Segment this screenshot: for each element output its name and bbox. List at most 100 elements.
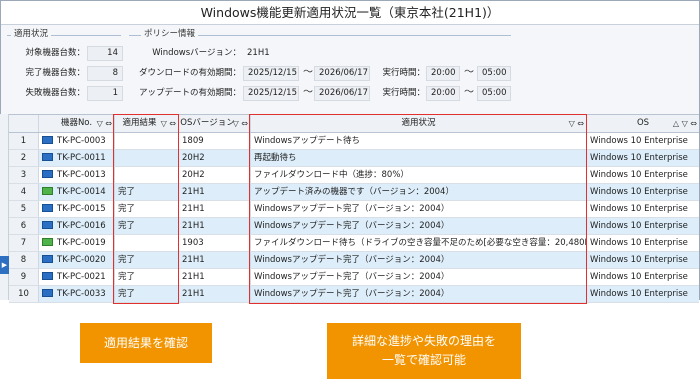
row-number-text: 3 — [20, 170, 27, 180]
download-from-field: 2025/12/15 — [243, 66, 299, 81]
row-number-text: 10 — [18, 289, 29, 299]
row-number: 5 — [9, 201, 39, 217]
download-range-tilde: ～ — [303, 67, 313, 78]
status-column-highlight — [249, 114, 587, 304]
os-version-cell: 1809 — [179, 133, 251, 149]
target-count-label: 対象機器台数： — [25, 48, 85, 58]
pc-icon — [42, 255, 53, 263]
callout-status-line2: 一覧で確認可能 — [381, 353, 466, 367]
os-cell: Windows 10 Enterprise — [587, 252, 699, 268]
done-count-label: 完了機器台数： — [25, 68, 85, 78]
os-version-cell: 20H2 — [179, 150, 251, 166]
filter-icon[interactable]: ▽ ⇔ — [233, 115, 248, 132]
device-no-cell-text: TK-PC-0033 — [57, 289, 106, 299]
os-version-cell-text: 1903 — [182, 238, 204, 248]
row-number-text: 4 — [20, 187, 27, 197]
row-number: 2 — [9, 150, 39, 166]
os-cell: Windows 10 Enterprise — [587, 133, 699, 149]
exec-range-tilde: ～ — [464, 67, 474, 78]
os-version-cell: 21H1 — [179, 201, 251, 217]
device-no-cell: TK-PC-0016 — [39, 218, 115, 234]
column-header-os-version[interactable]: OSバージョン ▽ ⇔ — [179, 115, 251, 132]
row-number: 4 — [9, 184, 39, 200]
exec-from-field: 20:00 — [426, 66, 460, 81]
update-from-field: 2025/12/15 — [243, 86, 299, 101]
os-version-cell-text: 20H2 — [182, 153, 205, 163]
device-no-cell: TK-PC-0013 — [39, 167, 115, 183]
row-number-text: 6 — [20, 221, 27, 231]
os-version-cell-text: 1809 — [182, 136, 204, 146]
pc-icon — [42, 272, 53, 280]
filter-icon[interactable]: ▽ ⇔ — [97, 115, 112, 132]
pc-icon — [42, 136, 53, 144]
exec-from-field-2: 20:00 — [426, 86, 460, 101]
update-range-tilde: ～ — [303, 87, 313, 98]
os-cell-text: Windows 10 Enterprise — [590, 272, 688, 282]
result-column-highlight — [113, 114, 179, 304]
device-no-cell-text: TK-PC-0014 — [57, 187, 106, 197]
callout-status-line1: 詳細な進捗や失敗の理由を — [351, 334, 496, 348]
row-number-text: 2 — [20, 153, 27, 163]
pc-green-icon — [42, 187, 53, 195]
device-no-cell-text: TK-PC-0021 — [57, 272, 106, 282]
pc-icon — [42, 153, 53, 161]
row-number: 1 — [9, 133, 39, 149]
os-cell: Windows 10 Enterprise — [587, 218, 699, 234]
pc-icon — [42, 289, 53, 297]
os-cell-text: Windows 10 Enterprise — [590, 170, 688, 180]
os-cell-text: Windows 10 Enterprise — [590, 153, 688, 163]
row-number: 7 — [9, 235, 39, 251]
pc-icon — [42, 204, 53, 212]
exec-range-tilde-2: ～ — [464, 87, 474, 98]
os-version-cell-text: 21H1 — [182, 289, 205, 299]
os-version-cell: 1903 — [179, 235, 251, 251]
pc-icon — [42, 170, 53, 178]
device-no-cell: TK-PC-0021 — [39, 269, 115, 285]
windows-version-value: 21H1 — [247, 48, 270, 58]
column-header-device-no[interactable]: 機器No. ▽ ⇔ — [39, 115, 115, 132]
os-version-cell-text: 21H1 — [182, 204, 205, 214]
exec-time-label: 実行時間： — [382, 68, 425, 78]
column-header-os[interactable]: OS △ ▽ ⇔ — [587, 115, 699, 132]
download-period-label: ダウンロードの有効期間： — [138, 68, 241, 78]
os-version-cell: 21H1 — [179, 218, 251, 234]
os-version-cell: 21H1 — [179, 269, 251, 285]
policy-legend: ポリシー情報 — [141, 29, 199, 40]
os-cell: Windows 10 Enterprise — [587, 150, 699, 166]
row-number-text: 5 — [20, 204, 27, 214]
os-cell-text: Windows 10 Enterprise — [590, 255, 688, 265]
os-cell-text: Windows 10 Enterprise — [590, 187, 688, 197]
os-version-cell: 21H1 — [179, 184, 251, 200]
exec-time-label-2: 実行時間： — [382, 88, 425, 98]
os-cell: Windows 10 Enterprise — [587, 269, 699, 285]
row-number: 10 — [9, 286, 39, 302]
device-no-cell-text: TK-PC-0020 — [57, 255, 106, 265]
device-no-cell: TK-PC-0003 — [39, 133, 115, 149]
os-cell: Windows 10 Enterprise — [587, 184, 699, 200]
os-cell-text: Windows 10 Enterprise — [590, 289, 688, 299]
os-version-cell: 20H2 — [179, 167, 251, 183]
exec-to-field-2: 05:00 — [477, 86, 511, 101]
os-version-cell-text: 21H1 — [182, 255, 205, 265]
row-number-text: 7 — [20, 238, 27, 248]
row-number: 3 — [9, 167, 39, 183]
os-cell-text: Windows 10 Enterprise — [590, 204, 688, 214]
device-no-cell-text: TK-PC-0011 — [57, 153, 106, 163]
update-period-label: アップデートの有効期間： — [138, 88, 241, 98]
os-version-cell-text: 20H2 — [182, 170, 205, 180]
fail-count-label: 失敗機器台数： — [25, 88, 85, 98]
download-to-field: 2026/06/17 — [314, 66, 370, 81]
window-title: Windows機能更新適用状況一覧（東京本社(21H1)） — [1, 1, 699, 25]
row-number: 9 — [9, 269, 39, 285]
os-cell-text: Windows 10 Enterprise — [590, 238, 688, 248]
device-no-cell: TK-PC-0019 — [39, 235, 115, 251]
sort-filter-icon[interactable]: △ ▽ ⇔ — [673, 115, 697, 132]
device-no-cell-text: TK-PC-0016 — [57, 221, 106, 231]
selected-row-marker-icon: ▶ — [0, 256, 9, 274]
os-cell: Windows 10 Enterprise — [587, 201, 699, 217]
callout-status: 詳細な進捗や失敗の理由を 一覧で確認可能 — [327, 323, 521, 379]
row-number: 8 — [9, 252, 39, 268]
device-no-cell: TK-PC-0033 — [39, 286, 115, 302]
row-number: 6 — [9, 218, 39, 234]
os-cell-text: Windows 10 Enterprise — [590, 136, 688, 146]
